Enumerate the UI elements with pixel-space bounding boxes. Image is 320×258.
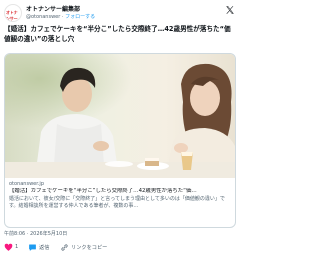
card-meta: otonanswer.jp 【婚活】カフェでケーキを“半分こ”したら交際終了…4… (9, 181, 231, 210)
account-name[interactable]: オトナンサー編集部 (26, 4, 80, 13)
like-button[interactable]: 1 (4, 241, 18, 253)
handle-line: @otonanswer · フォローする (26, 13, 95, 20)
tweet-timestamp[interactable]: 午前8:06 · 2026年5月10日 (4, 230, 67, 237)
account-avatar[interactable]: オトナンサー (4, 4, 22, 22)
card-description: 婚活において、彼女/交際に「交際終了」と言ってしまう理由として多いのは「価値観の… (9, 195, 225, 209)
card-image (5, 54, 235, 178)
tweet-header: オトナンサー オトナンサー編集部 @otonanswer · フォローする (4, 4, 236, 22)
action-bar: 1 返信 リンクをコピー (4, 241, 236, 253)
heart-icon (4, 243, 13, 251)
share-label: リンクをコピー (71, 244, 108, 251)
x-logo-icon[interactable] (225, 5, 235, 15)
reply-label: 返信 (39, 244, 50, 251)
like-count: 1 (15, 244, 19, 250)
link-card[interactable]: otonanswer.jp 【婚活】カフェでケーキを“半分こ”したら交際終了…4… (4, 53, 236, 228)
card-domain: otonanswer.jp (9, 181, 44, 187)
avatar-logo: オトナンサー (6, 10, 18, 21)
follow-button[interactable]: フォローする (65, 14, 95, 20)
account-handle[interactable]: @otonanswer (26, 14, 60, 20)
link-icon (61, 243, 68, 251)
reply-icon (29, 244, 36, 251)
reply-button[interactable]: 返信 (28, 241, 49, 253)
card-title[interactable]: 【婚活】カフェでケーキを“半分こ”したら交際終了…42歳男性が落ちた“価… (9, 188, 231, 196)
copy-link-button[interactable]: リンクをコピー (60, 241, 107, 253)
tweet-text: 【婚活】カフェでケーキを“半分こ”したら交際終了…42歳男性が落ちた“価値観の違… (4, 25, 231, 43)
